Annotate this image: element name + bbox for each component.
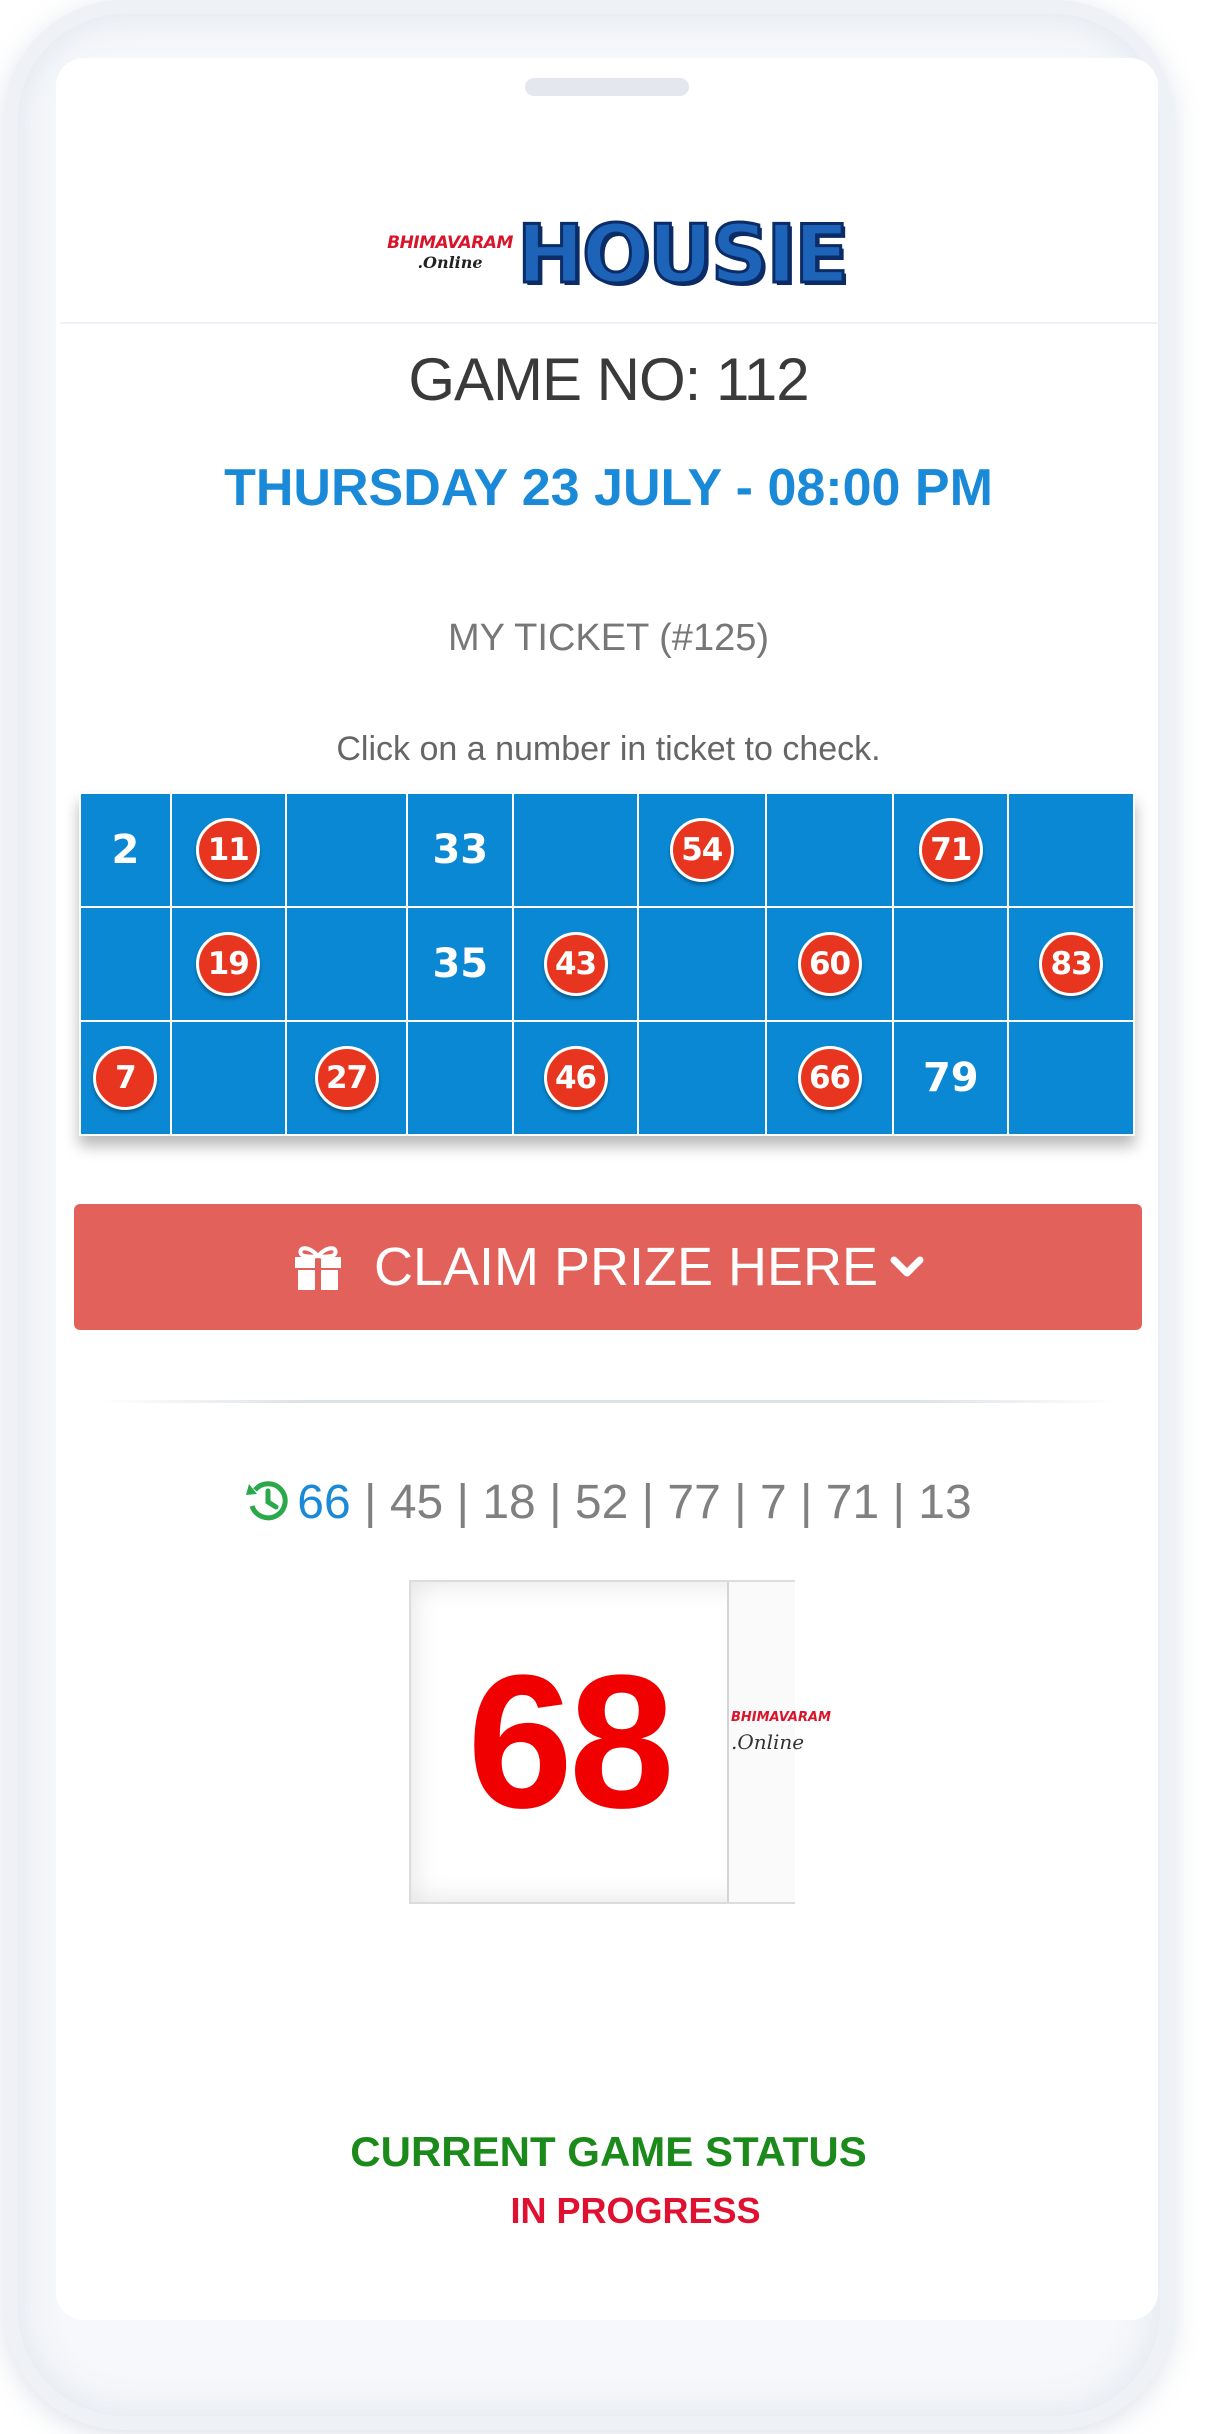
- ticket-row: 19 35 43 60 83: [79, 906, 1135, 1022]
- housie-logo: BHIMAVARAM .Online HOUSIE: [385, 205, 850, 305]
- side-brand-panel: BHIMAVARAM .Online: [727, 1582, 831, 1902]
- history-icon: [246, 1481, 288, 1521]
- ticket-cell[interactable]: [169, 1020, 287, 1136]
- called-numbers-history: 66 | 45 | 18 | 52 | 77 | 7 | 71 | 13: [0, 1475, 1217, 1530]
- ticket-number-marked: 71: [918, 818, 983, 882]
- housie-ticket: 2 11 33 54 71 19 35 43 60 83 7 27 46 66 79: [79, 792, 1135, 1136]
- ticket-cell[interactable]: 66: [764, 1020, 895, 1136]
- ticket-cell[interactable]: 19: [169, 906, 287, 1022]
- game-status-title: CURRENT GAME STATUS: [350, 2128, 867, 2175]
- ticket-number-marked: 54: [669, 818, 734, 882]
- game-number: GAME NO: 112: [408, 346, 809, 413]
- ticket-number-marked: 83: [1039, 932, 1104, 996]
- section-divider: [100, 1400, 1120, 1403]
- ticket-cell[interactable]: [1007, 1020, 1135, 1136]
- ticket-row: 2 11 33 54 71: [79, 792, 1135, 908]
- gift-icon: [294, 1246, 341, 1290]
- previous-called-numbers: | 45 | 18 | 52 | 77 | 7 | 71 | 13: [350, 1476, 972, 1529]
- logo-brand-bottom: .Online: [417, 253, 483, 272]
- ticket-number: 79: [922, 1055, 979, 1101]
- ticket-number: 2: [111, 827, 140, 873]
- ticket-number: 35: [432, 941, 489, 987]
- ticket-cell[interactable]: 54: [636, 792, 767, 908]
- ticket-cell[interactable]: [636, 1020, 767, 1136]
- header-divider: [60, 322, 1160, 324]
- ticket-cell[interactable]: 11: [169, 792, 287, 908]
- ticket-title: MY TICKET (#125): [447, 617, 769, 659]
- ticket-cell[interactable]: [284, 906, 409, 1022]
- ticket-cell[interactable]: 71: [892, 792, 1010, 908]
- ticket-number-marked: 11: [196, 818, 261, 882]
- ticket-cell[interactable]: 7: [79, 1020, 172, 1136]
- ticket-cell[interactable]: 33: [406, 792, 515, 908]
- ticket-cell[interactable]: [406, 1020, 515, 1136]
- logo-brand: BHIMAVARAM .Online: [385, 233, 515, 272]
- claim-prize-button[interactable]: CLAIM PRIZE HERE: [74, 1204, 1142, 1330]
- side-brand-top: BHIMAVARAM: [731, 1710, 831, 1725]
- ticket-number: 33: [432, 827, 489, 873]
- latest-called-number: 66: [297, 1476, 351, 1529]
- ticket-cell[interactable]: [764, 792, 895, 908]
- ticket-number-marked: 43: [543, 932, 608, 996]
- ticket-cell[interactable]: 83: [1007, 906, 1135, 1022]
- phone-speaker: [525, 78, 689, 96]
- ticket-number-marked: 60: [797, 932, 862, 996]
- ticket-number-marked: 7: [93, 1046, 158, 1110]
- ticket-cell[interactable]: 43: [512, 906, 639, 1022]
- ticket-number-marked: 66: [797, 1046, 862, 1110]
- chevron-down-icon: [890, 1256, 924, 1277]
- ticket-number-marked: 19: [196, 932, 261, 996]
- ticket-number-marked: 27: [314, 1046, 379, 1110]
- logo-title: HOUSIE: [516, 207, 851, 303]
- game-datetime: THURSDAY 23 JULY - 08:00 PM: [224, 459, 993, 517]
- ticket-number-marked: 46: [543, 1046, 608, 1110]
- ticket-hint: Click on a number in ticket to check.: [336, 730, 881, 768]
- game-status-value: IN PROGRESS: [510, 2190, 761, 2231]
- ticket-cell[interactable]: [284, 792, 409, 908]
- side-brand-bottom: .Online: [731, 1730, 805, 1754]
- ticket-cell[interactable]: [636, 906, 767, 1022]
- ticket-cell[interactable]: [1007, 792, 1135, 908]
- claim-prize-label: CLAIM PRIZE HERE: [373, 1237, 879, 1297]
- ticket-cell[interactable]: [892, 906, 1010, 1022]
- ticket-cell[interactable]: 46: [512, 1020, 639, 1136]
- ticket-cell[interactable]: 79: [892, 1020, 1010, 1136]
- ticket-cell[interactable]: 2: [79, 792, 172, 908]
- ticket-cell[interactable]: 27: [284, 1020, 409, 1136]
- current-number: 68: [467, 1636, 674, 1848]
- ticket-cell[interactable]: [512, 792, 639, 908]
- ticket-cell[interactable]: [79, 906, 172, 1022]
- logo-brand-top: BHIMAVARAM: [387, 233, 513, 253]
- current-number-display: 68 BHIMAVARAM .Online: [409, 1580, 831, 1904]
- ticket-row: 7 27 46 66 79: [79, 1020, 1135, 1136]
- ticket-cell[interactable]: 60: [764, 906, 895, 1022]
- ticket-cell[interactable]: 35: [406, 906, 515, 1022]
